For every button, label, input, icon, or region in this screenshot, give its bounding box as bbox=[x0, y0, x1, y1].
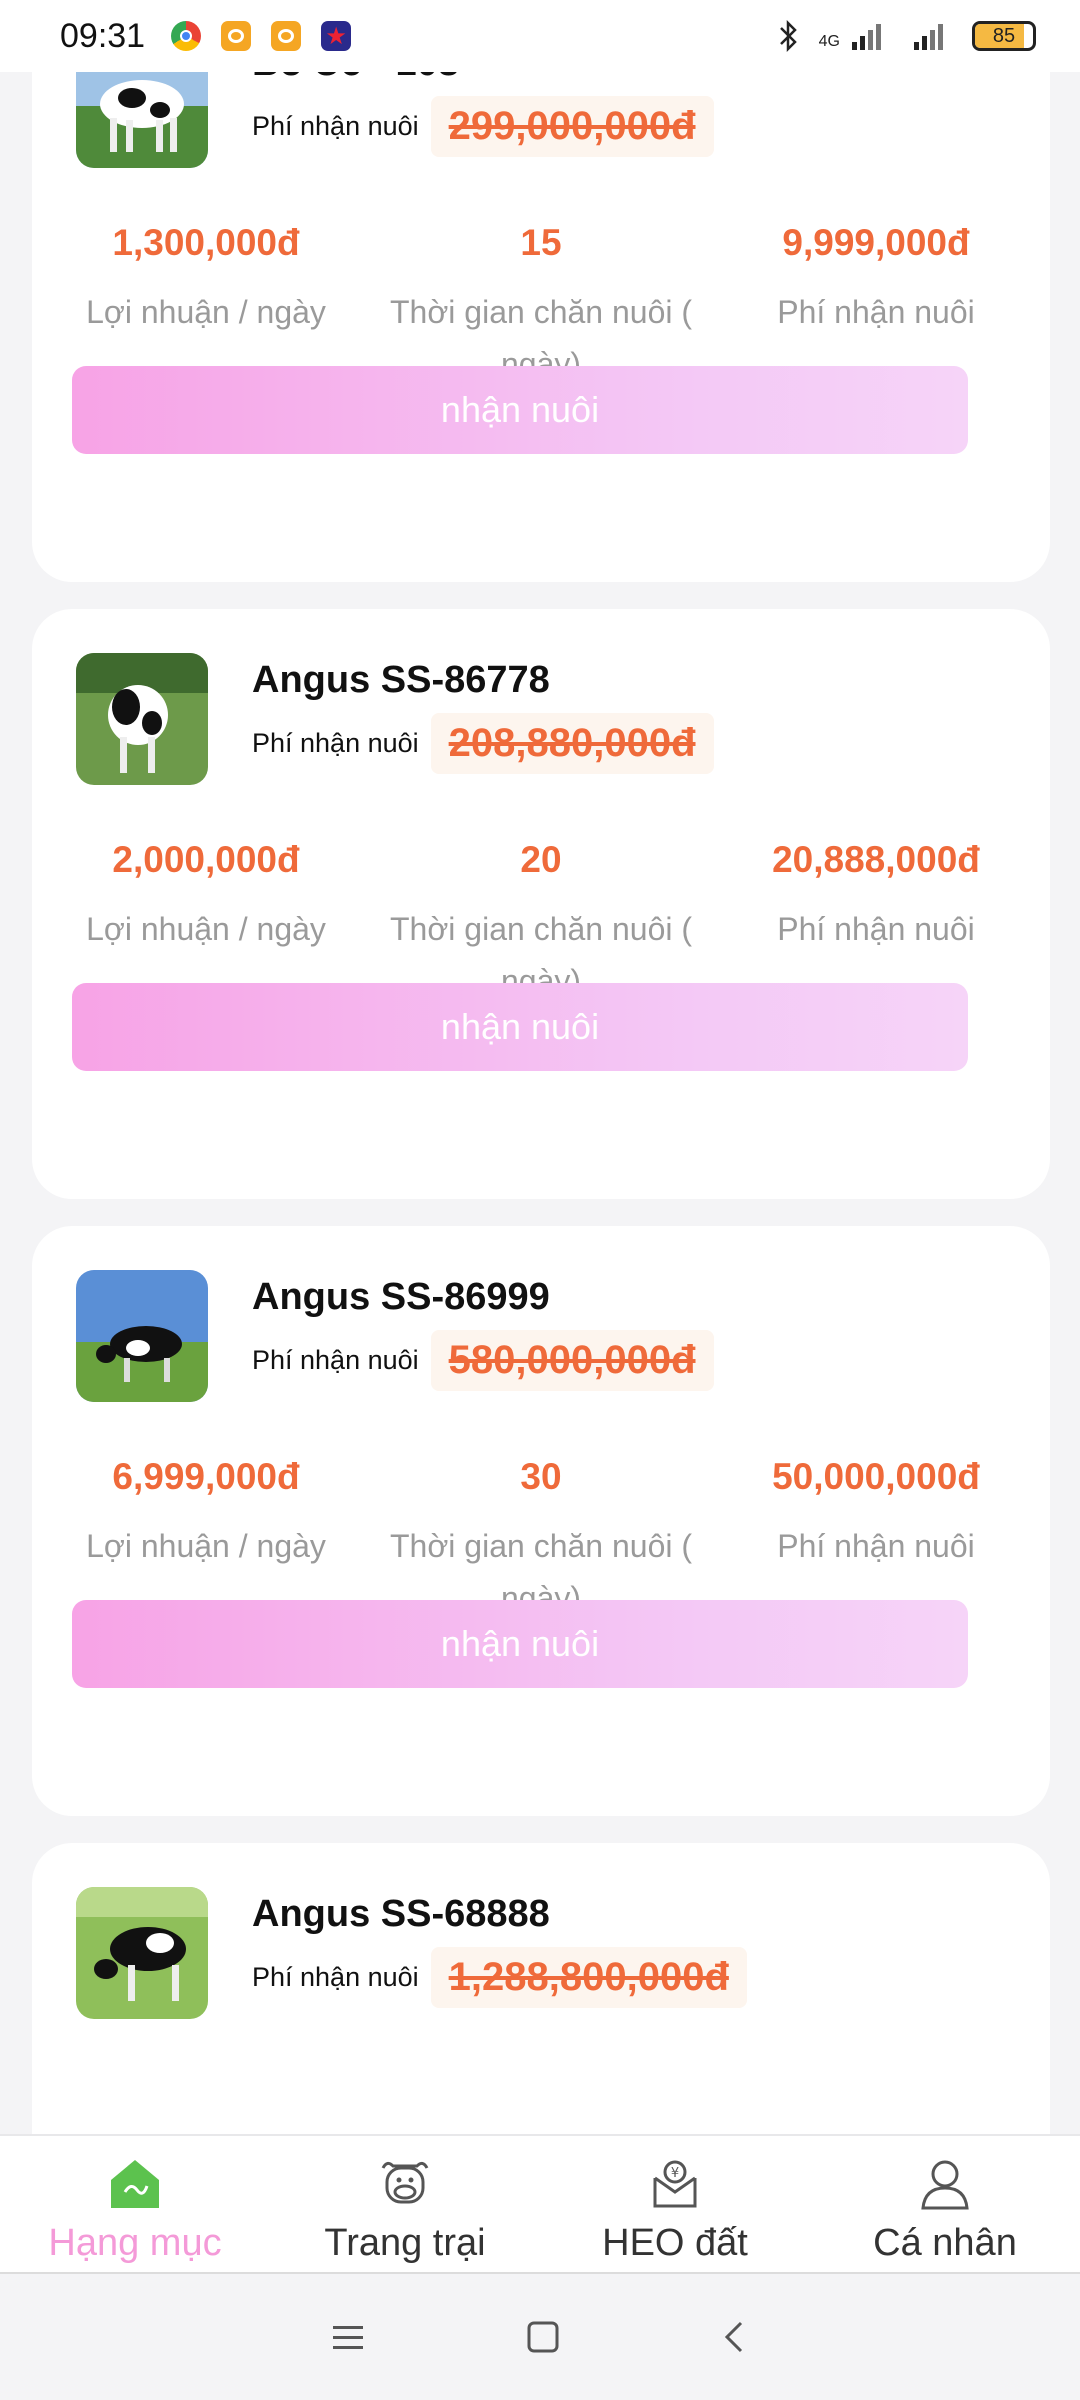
product-card: Angus SS-86999 Phí nhận nuôi 580,000,000… bbox=[32, 1226, 1050, 1816]
status-bar: 09:31 ★ 4G 85 bbox=[0, 0, 1080, 72]
chat-app-icon-2 bbox=[271, 21, 302, 51]
profit-label: Lợi nhuận / ngày bbox=[86, 294, 326, 330]
chrome-icon bbox=[171, 21, 202, 51]
days-stat: 15 Thời gian chăn nuôi ( ngày) bbox=[376, 222, 706, 390]
adopt-fee-value: 50,000,000đ bbox=[772, 1456, 980, 1497]
fee-row: Phí nhận nuôi 580,000,000đ bbox=[252, 1330, 714, 1391]
nav-label: HEO đất bbox=[602, 2222, 748, 2264]
nav-item-profile[interactable]: Cá nhân bbox=[810, 2136, 1080, 2272]
profit-label: Lợi nhuận / ngày bbox=[86, 1528, 326, 1564]
original-fee: 1,288,800,000đ bbox=[430, 1947, 747, 2008]
status-time: 09:31 bbox=[60, 16, 146, 55]
adopt-fee-label: Phí nhận nuôi bbox=[777, 1528, 975, 1564]
network-type: 4G bbox=[818, 33, 840, 50]
home-icon bbox=[105, 2154, 165, 2214]
fee-row: Phí nhận nuôi 208,880,000đ bbox=[252, 713, 714, 774]
adopt-fee-value: 20,888,000đ bbox=[772, 839, 980, 880]
home-square-icon[interactable] bbox=[526, 2320, 560, 2354]
star-app-icon: ★ bbox=[321, 21, 352, 51]
back-icon[interactable] bbox=[721, 2319, 749, 2355]
signal-icon bbox=[852, 24, 881, 50]
cow-image bbox=[76, 1887, 208, 2019]
product-title: Angus SS-86778 bbox=[252, 659, 550, 701]
system-navigation-bar bbox=[0, 2272, 1080, 2400]
cow-image bbox=[76, 1270, 208, 1402]
adopt-fee-value: 9,999,000đ bbox=[782, 222, 970, 263]
product-list[interactable]: Bò Úc - 108 Phí nhận nuôi 299,000,000đ 1… bbox=[0, 0, 1080, 2134]
product-title: Angus SS-68888 bbox=[252, 1893, 550, 1935]
profit-value: 2,000,000đ bbox=[112, 839, 300, 880]
nav-label: Trang trại bbox=[324, 2222, 486, 2264]
battery-icon: 85 bbox=[972, 21, 1036, 51]
fee-row: Phí nhận nuôi 299,000,000đ bbox=[252, 96, 714, 157]
bottom-navigation: Hạng mục Trang trại ¥ HEO đất Cá nhân bbox=[0, 2134, 1080, 2272]
adopt-fee-label: Phí nhận nuôi bbox=[777, 911, 975, 947]
original-fee: 580,000,000đ bbox=[430, 1330, 714, 1391]
fee-label: Phí nhận nuôi bbox=[252, 1962, 419, 1992]
profit-stat: 6,999,000đ Lợi nhuận / ngày bbox=[41, 1456, 371, 1572]
bluetooth-icon bbox=[779, 19, 797, 53]
nav-label: Cá nhân bbox=[873, 2222, 1017, 2264]
days-stat: 30 Thời gian chăn nuôi ( ngày) bbox=[376, 1456, 706, 1624]
days-value: 30 bbox=[520, 1456, 562, 1497]
adopt-button[interactable]: nhận nuôi bbox=[72, 983, 968, 1071]
product-card: Bò Úc - 108 Phí nhận nuôi 299,000,000đ 1… bbox=[32, 0, 1050, 582]
menu-icon[interactable] bbox=[331, 2322, 365, 2352]
profit-value: 1,300,000đ bbox=[112, 222, 300, 263]
nav-item-farm[interactable]: Trang trại bbox=[270, 2136, 540, 2272]
piggy-bank-icon: ¥ bbox=[645, 2154, 705, 2214]
adopt-fee-stat: 20,888,000đ Phí nhận nuôi bbox=[711, 839, 1041, 955]
adopt-fee-stat: 9,999,000đ Phí nhận nuôi bbox=[711, 222, 1041, 338]
chat-app-icon bbox=[221, 21, 252, 51]
svg-text:¥: ¥ bbox=[671, 2166, 679, 2181]
days-value: 20 bbox=[520, 839, 562, 880]
person-icon bbox=[915, 2154, 975, 2214]
battery-level: 85 bbox=[992, 24, 1016, 47]
original-fee: 299,000,000đ bbox=[430, 96, 714, 157]
product-card: Angus SS-68888 Phí nhận nuôi 1,288,800,0… bbox=[32, 1843, 1050, 2134]
fee-label: Phí nhận nuôi bbox=[252, 728, 419, 758]
nav-label: Hạng mục bbox=[48, 2222, 222, 2264]
profit-label: Lợi nhuận / ngày bbox=[86, 911, 326, 947]
fee-label: Phí nhận nuôi bbox=[252, 1345, 419, 1375]
days-value: 15 bbox=[520, 222, 562, 263]
product-card: Angus SS-86778 Phí nhận nuôi 208,880,000… bbox=[32, 609, 1050, 1199]
cow-image bbox=[76, 653, 208, 785]
profit-stat: 1,300,000đ Lợi nhuận / ngày bbox=[41, 222, 371, 338]
profit-value: 6,999,000đ bbox=[112, 1456, 300, 1497]
profit-stat: 2,000,000đ Lợi nhuận / ngày bbox=[41, 839, 371, 955]
fee-row: Phí nhận nuôi 1,288,800,000đ bbox=[252, 1947, 747, 2008]
adopt-fee-label: Phí nhận nuôi bbox=[777, 294, 975, 330]
adopt-fee-stat: 50,000,000đ Phí nhận nuôi bbox=[711, 1456, 1041, 1572]
signal-icon-2 bbox=[914, 24, 943, 50]
nav-item-categories[interactable]: Hạng mục bbox=[0, 2136, 270, 2272]
product-title: Angus SS-86999 bbox=[252, 1276, 550, 1318]
fee-label: Phí nhận nuôi bbox=[252, 111, 419, 141]
nav-item-piggy-bank[interactable]: ¥ HEO đất bbox=[540, 2136, 810, 2272]
cow-icon bbox=[375, 2154, 435, 2214]
adopt-button[interactable]: nhận nuôi bbox=[72, 1600, 968, 1688]
days-stat: 20 Thời gian chăn nuôi ( ngày) bbox=[376, 839, 706, 1007]
original-fee: 208,880,000đ bbox=[430, 713, 714, 774]
adopt-button[interactable]: nhận nuôi bbox=[72, 366, 968, 454]
